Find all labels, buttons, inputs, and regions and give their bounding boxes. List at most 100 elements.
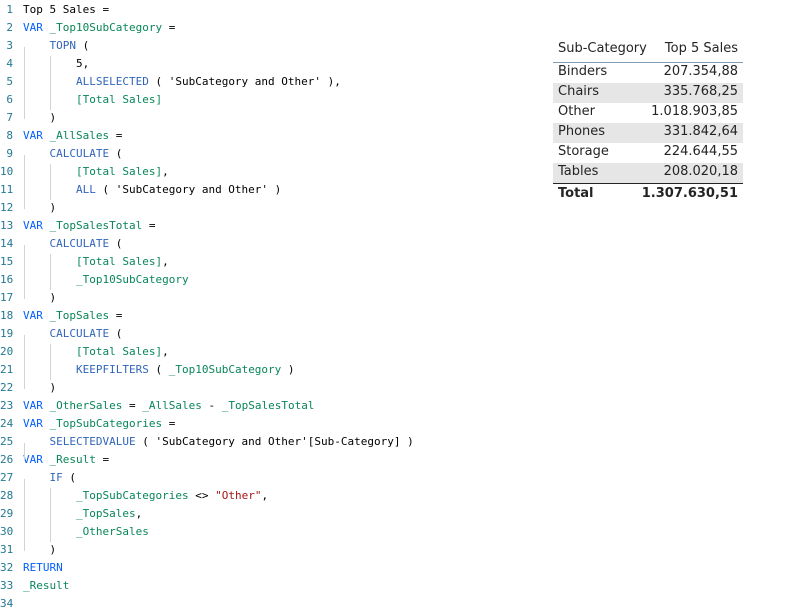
line-number: 22 xyxy=(0,381,14,394)
code-text: SELECTEDVALUE ( 'SubCategory and Other'[… xyxy=(23,433,414,451)
code-token: ( xyxy=(62,471,76,484)
code-line[interactable]: 15 [Total Sales], xyxy=(0,253,540,271)
code-line[interactable]: 4 5, xyxy=(0,55,540,73)
code-line[interactable]: 34 xyxy=(0,595,540,613)
code-token: [Total Sales] xyxy=(75,165,163,178)
code-token: CALCULATE xyxy=(49,147,110,160)
code-token: , xyxy=(162,345,169,358)
indent-guide xyxy=(24,47,25,119)
code-token: RETURN xyxy=(23,561,63,574)
code-token: _Result xyxy=(49,453,96,466)
code-text: CALCULATE ( xyxy=(23,235,123,253)
code-line[interactable]: 26 VAR _Result = xyxy=(0,451,540,469)
table-row[interactable]: Other 1.018.903,85 xyxy=(553,103,743,123)
table-row[interactable]: Phones 331.842,64 xyxy=(553,123,743,143)
code-token: ( xyxy=(109,237,123,250)
code-line[interactable]: 31 ) xyxy=(0,541,540,559)
code-line[interactable]: 11 ALL ( 'SubCategory and Other' ) xyxy=(0,181,540,199)
code-token: <> xyxy=(188,489,216,502)
table-row[interactable]: Storage 224.644,55 xyxy=(553,143,743,163)
line-number: 6 xyxy=(6,93,13,106)
code-line[interactable]: 25 SELECTEDVALUE ( 'SubCategory and Othe… xyxy=(0,433,540,451)
line-number: 19 xyxy=(0,327,14,340)
code-line[interactable]: 5 ALLSELECTED ( 'SubCategory and Other' … xyxy=(0,73,540,91)
code-token: = xyxy=(109,309,123,322)
code-line[interactable]: 12 ) xyxy=(0,199,540,217)
code-line[interactable]: 6 [Total Sales] xyxy=(0,91,540,109)
code-token: = xyxy=(109,129,123,142)
indent-guide xyxy=(24,335,25,389)
code-line[interactable]: 7 ) xyxy=(0,109,540,127)
code-line[interactable]: 24 VAR _TopSubCategories = xyxy=(0,415,540,433)
line-number: 4 xyxy=(6,57,13,70)
code-line[interactable]: 20 [Total Sales], xyxy=(0,343,540,361)
code-token: ( xyxy=(148,363,169,376)
code-token: _Result xyxy=(23,579,70,592)
line-number: 29 xyxy=(0,507,14,520)
code-text: RETURN xyxy=(23,559,63,577)
code-text: TOPN ( xyxy=(23,37,90,55)
code-token: - xyxy=(201,399,222,412)
top5-sales-table[interactable]: Sub-Category Top 5 Sales Binders 207.354… xyxy=(553,38,743,206)
table-row[interactable]: Chairs 335.768,25 xyxy=(553,83,743,103)
line-number: 31 xyxy=(0,543,14,556)
code-token: _OtherSales xyxy=(75,525,149,538)
dax-code-editor[interactable]: 1 Top 5 Sales = 2 VAR _Top10SubCategory = 3 … xyxy=(0,0,540,611)
code-line[interactable]: 29 _TopSales, xyxy=(0,505,540,523)
code-text: ) xyxy=(23,379,56,397)
line-number: 3 xyxy=(6,39,13,52)
code-text: _Result xyxy=(23,577,69,595)
code-line[interactable]: 14 CALCULATE ( xyxy=(0,235,540,253)
code-token: VAR xyxy=(23,129,50,142)
code-token: _AllSales xyxy=(49,129,110,142)
code-line[interactable]: 2 VAR _Top10SubCategory = xyxy=(0,19,540,37)
line-number: 30 xyxy=(0,525,14,538)
code-line[interactable]: 9 CALCULATE ( xyxy=(0,145,540,163)
code-text: Top 5 Sales = xyxy=(23,1,109,19)
code-token: , xyxy=(135,507,143,520)
code-line[interactable]: 32 RETURN xyxy=(0,559,540,577)
code-token: ) xyxy=(23,111,57,124)
code-line[interactable]: 10 [Total Sales], xyxy=(0,163,540,181)
code-token: = xyxy=(162,21,176,34)
code-text: VAR _AllSales = xyxy=(23,127,122,145)
code-line[interactable]: 22 ) xyxy=(0,379,540,397)
indent-guide xyxy=(50,164,51,200)
code-text: _Top10SubCategory xyxy=(23,271,189,289)
indent-guide xyxy=(24,245,25,299)
code-line[interactable]: 1 Top 5 Sales = xyxy=(0,1,540,19)
code-line[interactable]: 16 _Top10SubCategory xyxy=(0,271,540,289)
table-row[interactable]: Tables 208.020,18 xyxy=(553,163,743,183)
indent-guide xyxy=(50,488,51,542)
code-line[interactable]: 23 VAR _OtherSales = _AllSales - _TopSale… xyxy=(0,397,540,415)
code-line[interactable]: 8 VAR _AllSales = xyxy=(0,127,540,145)
header-top5-sales[interactable]: Top 5 Sales xyxy=(665,41,738,56)
code-text: KEEPFILTERS ( _Top10SubCategory ) xyxy=(23,361,295,379)
total-value: 1.307.630,51 xyxy=(641,186,738,201)
code-token: IF xyxy=(49,471,63,484)
code-token: ( xyxy=(76,39,90,52)
code-line[interactable]: 19 CALCULATE ( xyxy=(0,325,540,343)
code-line[interactable]: 17 ) xyxy=(0,289,540,307)
code-line[interactable]: 33 _Result xyxy=(0,577,540,595)
code-token: = xyxy=(162,417,176,430)
table-row[interactable]: Binders 207.354,88 xyxy=(553,63,743,83)
row-value: 335.768,25 xyxy=(663,84,738,99)
code-line[interactable]: 27 IF ( xyxy=(0,469,540,487)
line-number: 33 xyxy=(0,579,14,592)
code-line[interactable]: 18 VAR _TopSales = xyxy=(0,307,540,325)
line-number: 17 xyxy=(0,291,14,304)
code-token: "Other" xyxy=(215,489,262,502)
code-line[interactable]: 3 TOPN ( xyxy=(0,37,540,55)
line-number: 24 xyxy=(0,417,14,430)
code-line[interactable]: 13 VAR _TopSalesTotal = xyxy=(0,217,540,235)
code-line[interactable]: 28 _TopSubCategories <> "Other", xyxy=(0,487,540,505)
code-text: [Total Sales], xyxy=(23,163,169,181)
code-text: VAR _TopSubCategories = xyxy=(23,415,175,433)
code-line[interactable]: 21 KEEPFILTERS ( _Top10SubCategory ) xyxy=(0,361,540,379)
code-line[interactable]: 30 _OtherSales xyxy=(0,523,540,541)
header-subcategory[interactable]: Sub-Category xyxy=(558,41,647,56)
code-text: ALL ( 'SubCategory and Other' ) xyxy=(23,181,281,199)
